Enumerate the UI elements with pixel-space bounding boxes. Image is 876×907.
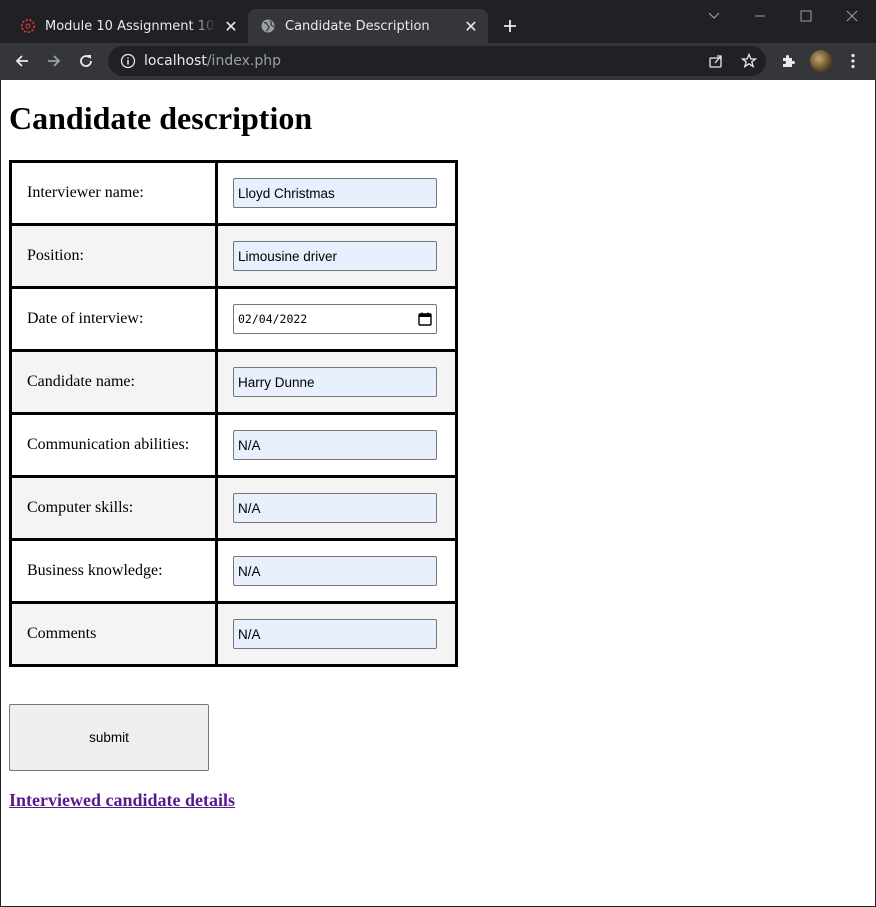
comments-input[interactable]: N/A bbox=[233, 619, 437, 649]
canvas-logo-icon bbox=[21, 19, 35, 33]
profile-avatar[interactable] bbox=[810, 50, 832, 72]
info-icon[interactable] bbox=[120, 53, 136, 69]
form-row-date: Date of interview: 02/04/2022 bbox=[9, 286, 458, 352]
page-title: Candidate description bbox=[9, 100, 313, 136]
tab-strip: Module 10 Assignment 10B: Candidate ✕ Ca… bbox=[0, 0, 876, 43]
calendar-icon[interactable] bbox=[418, 312, 432, 326]
interviewer-name-cell: Lloyd Christmas bbox=[215, 160, 458, 226]
arrow-left-icon bbox=[15, 55, 28, 67]
interviewed-candidate-details-link[interactable]: Interviewed candidate details bbox=[9, 790, 235, 811]
forward-button[interactable] bbox=[42, 49, 66, 73]
tab-search-button[interactable] bbox=[702, 4, 726, 28]
candidate-form-table: Interviewer name: Lloyd Christmas Positi… bbox=[9, 160, 458, 667]
tab-module-assignment[interactable]: Module 10 Assignment 10B: Candidate ✕ bbox=[8, 9, 248, 43]
tab-candidate-description[interactable]: Candidate Description ✕ bbox=[248, 9, 488, 43]
position-input[interactable]: Limousine driver bbox=[233, 241, 437, 271]
tab-close-icon[interactable]: ✕ bbox=[462, 17, 480, 36]
date-of-interview-label: Date of interview: bbox=[9, 286, 218, 352]
menu-button[interactable] bbox=[841, 49, 865, 73]
star-icon bbox=[741, 53, 757, 69]
comments-cell: N/A bbox=[215, 601, 458, 667]
date-value: 02/04/2022 bbox=[238, 312, 308, 326]
minimize-button[interactable] bbox=[748, 4, 772, 28]
form-row-business: Business knowledge: N/A bbox=[9, 538, 458, 604]
comments-label: Comments bbox=[9, 601, 218, 667]
interviewer-name-input[interactable]: Lloyd Christmas bbox=[233, 178, 437, 208]
close-window-button[interactable] bbox=[840, 4, 864, 28]
reload-button[interactable] bbox=[74, 49, 98, 73]
form-row-communication: Communication abilities: N/A bbox=[9, 412, 458, 478]
url-path: /index.php bbox=[206, 53, 281, 69]
url-text: localhost/index.php bbox=[144, 53, 281, 69]
candidate-name-input[interactable]: Harry Dunne bbox=[233, 367, 437, 397]
url-host: localhost bbox=[144, 53, 207, 69]
business-knowledge-cell: N/A bbox=[215, 538, 458, 604]
computer-skills-label: Computer skills: bbox=[9, 475, 218, 541]
form-row-interviewer: Interviewer name: Lloyd Christmas bbox=[9, 160, 458, 226]
arrow-right-icon bbox=[48, 55, 61, 67]
new-tab-button[interactable] bbox=[498, 14, 522, 38]
plus-icon bbox=[504, 20, 516, 32]
page-content: Candidate description Interviewer name: … bbox=[1, 80, 875, 906]
address-bar[interactable]: localhost/index.php bbox=[108, 46, 766, 76]
position-label: Position: bbox=[9, 223, 218, 289]
tab-title: Candidate Description bbox=[285, 18, 430, 34]
tab-title: Module 10 Assignment 10B: Candidate bbox=[45, 18, 216, 34]
interviewer-name-label: Interviewer name: bbox=[9, 160, 218, 226]
chevron-down-icon bbox=[708, 12, 720, 19]
tab-close-icon[interactable]: ✕ bbox=[222, 17, 240, 36]
extensions-button[interactable] bbox=[776, 49, 800, 73]
puzzle-icon bbox=[783, 55, 795, 67]
communication-abilities-label: Communication abilities: bbox=[9, 412, 218, 478]
form-row-candidate: Candidate name: Harry Dunne bbox=[9, 349, 458, 415]
candidate-name-cell: Harry Dunne bbox=[215, 349, 458, 415]
form-row-position: Position: Limousine driver bbox=[9, 223, 458, 289]
form-row-computer: Computer skills: N/A bbox=[9, 475, 458, 541]
form-row-comments: Comments N/A bbox=[9, 601, 458, 667]
share-icon bbox=[709, 55, 722, 68]
globe-icon bbox=[261, 19, 275, 33]
back-button[interactable] bbox=[10, 49, 34, 73]
submit-button[interactable]: submit bbox=[9, 704, 209, 771]
browser-window: Module 10 Assignment 10B: Candidate ✕ Ca… bbox=[0, 0, 876, 907]
business-knowledge-label: Business knowledge: bbox=[9, 538, 218, 604]
share-button[interactable] bbox=[704, 49, 728, 73]
date-cell: 02/04/2022 bbox=[215, 286, 458, 352]
minimize-icon bbox=[755, 15, 765, 17]
reload-icon bbox=[80, 55, 92, 67]
date-of-interview-input[interactable]: 02/04/2022 bbox=[233, 304, 437, 334]
computer-skills-input[interactable]: N/A bbox=[233, 493, 437, 523]
maximize-icon bbox=[800, 10, 812, 22]
kebab-menu-icon bbox=[851, 53, 855, 69]
bookmark-button[interactable] bbox=[737, 49, 761, 73]
communication-abilities-input[interactable]: N/A bbox=[233, 430, 437, 460]
computer-skills-cell: N/A bbox=[215, 475, 458, 541]
browser-toolbar: localhost/index.php bbox=[0, 43, 876, 80]
business-knowledge-input[interactable]: N/A bbox=[233, 556, 437, 586]
communication-cell: N/A bbox=[215, 412, 458, 478]
maximize-button[interactable] bbox=[794, 4, 818, 28]
position-cell: Limousine driver bbox=[215, 223, 458, 289]
close-icon bbox=[846, 10, 858, 22]
candidate-name-label: Candidate name: bbox=[9, 349, 218, 415]
